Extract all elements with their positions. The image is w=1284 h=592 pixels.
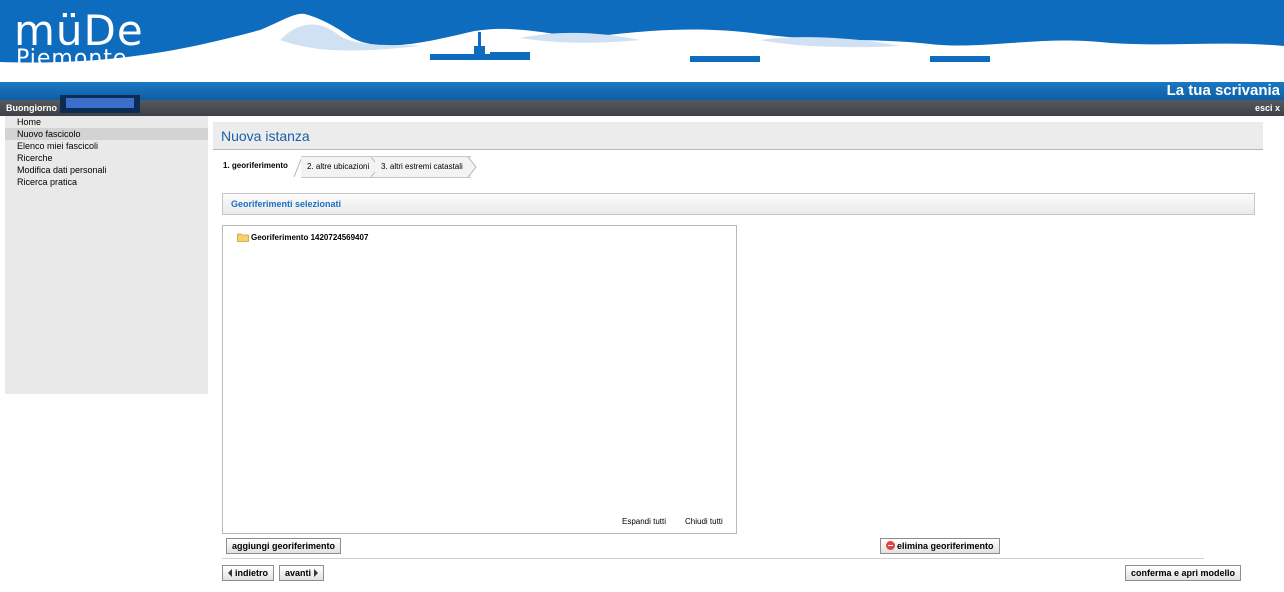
delete-button-label: elimina georiferimento [897, 541, 994, 551]
main-content: Nuova istanza 1. georiferimento 2. altre… [213, 122, 1263, 592]
arrow-right-icon [314, 569, 319, 577]
delete-georiferimento-button[interactable]: elimina georiferimento [880, 538, 1000, 554]
redacted-username-fill [66, 98, 134, 108]
sidebar-item-ricerche[interactable]: Ricerche [5, 152, 208, 164]
confirm-button[interactable]: conferma e apri modello [1125, 565, 1242, 581]
next-button-label: avanti [285, 568, 312, 578]
logo-piemonte-text: Piemonte [16, 46, 128, 71]
tab-altri-estremi-catastali[interactable]: 3. altri estremi catastali [375, 156, 471, 178]
banner-mountains [0, 0, 1284, 82]
georiferimenti-tree: Georiferimento 1420724569407 Espandi tut… [222, 225, 737, 534]
tab-georiferimento[interactable]: 1. georiferimento [217, 156, 299, 178]
sidebar-item-modifica-dati[interactable]: Modifica dati personali [5, 164, 208, 176]
sidebar-item-home[interactable]: Home [5, 116, 208, 128]
tab-altre-ubicazioni[interactable]: 2. altre ubicazioni [301, 156, 375, 178]
sidebar-item-nuovo-fascicolo[interactable]: Nuovo fascicolo [5, 128, 208, 140]
tree-node[interactable]: Georiferimento 1420724569407 [237, 232, 368, 244]
user-bar: Buongiorno esci x [0, 100, 1284, 116]
tab-separator [467, 156, 477, 178]
tree-node-label: Georiferimento 1420724569407 [251, 233, 369, 242]
delete-icon [886, 541, 895, 550]
sidebar-menu: Home Nuovo fascicolo Elenco miei fascico… [5, 116, 208, 394]
greeting-text: Buongiorno [6, 103, 57, 113]
section-title: Georiferimenti selezionati [231, 199, 342, 209]
logout-link[interactable]: esci x [1255, 100, 1280, 116]
divider [222, 558, 1204, 559]
title-band: La tua scrivania [0, 82, 1284, 100]
folder-icon [237, 233, 249, 243]
arrow-left-icon [228, 569, 232, 577]
expand-all-link[interactable]: Espandi tutti [622, 517, 666, 526]
mude-logo[interactable]: müDe Piemonte [14, 8, 174, 70]
sidebar-item-ricerca-pratica[interactable]: Ricerca pratica [5, 176, 208, 188]
section-header: Georiferimenti selezionati [222, 193, 1255, 215]
add-georiferimento-button[interactable]: aggiungi georiferimento [226, 538, 342, 554]
header-banner: müDe Piemonte [0, 0, 1284, 82]
collapse-all-link[interactable]: Chiudi tutti [685, 517, 723, 526]
main-header: Nuova istanza [213, 122, 1263, 150]
next-button[interactable]: avanti [279, 565, 325, 581]
page-title: Nuova istanza [221, 128, 310, 144]
sidebar-item-elenco-fascicoli[interactable]: Elenco miei fascicoli [5, 140, 208, 152]
back-button[interactable]: indietro [222, 565, 274, 581]
back-button-label: indietro [235, 568, 268, 578]
page-heading: La tua scrivania [1166, 82, 1280, 99]
